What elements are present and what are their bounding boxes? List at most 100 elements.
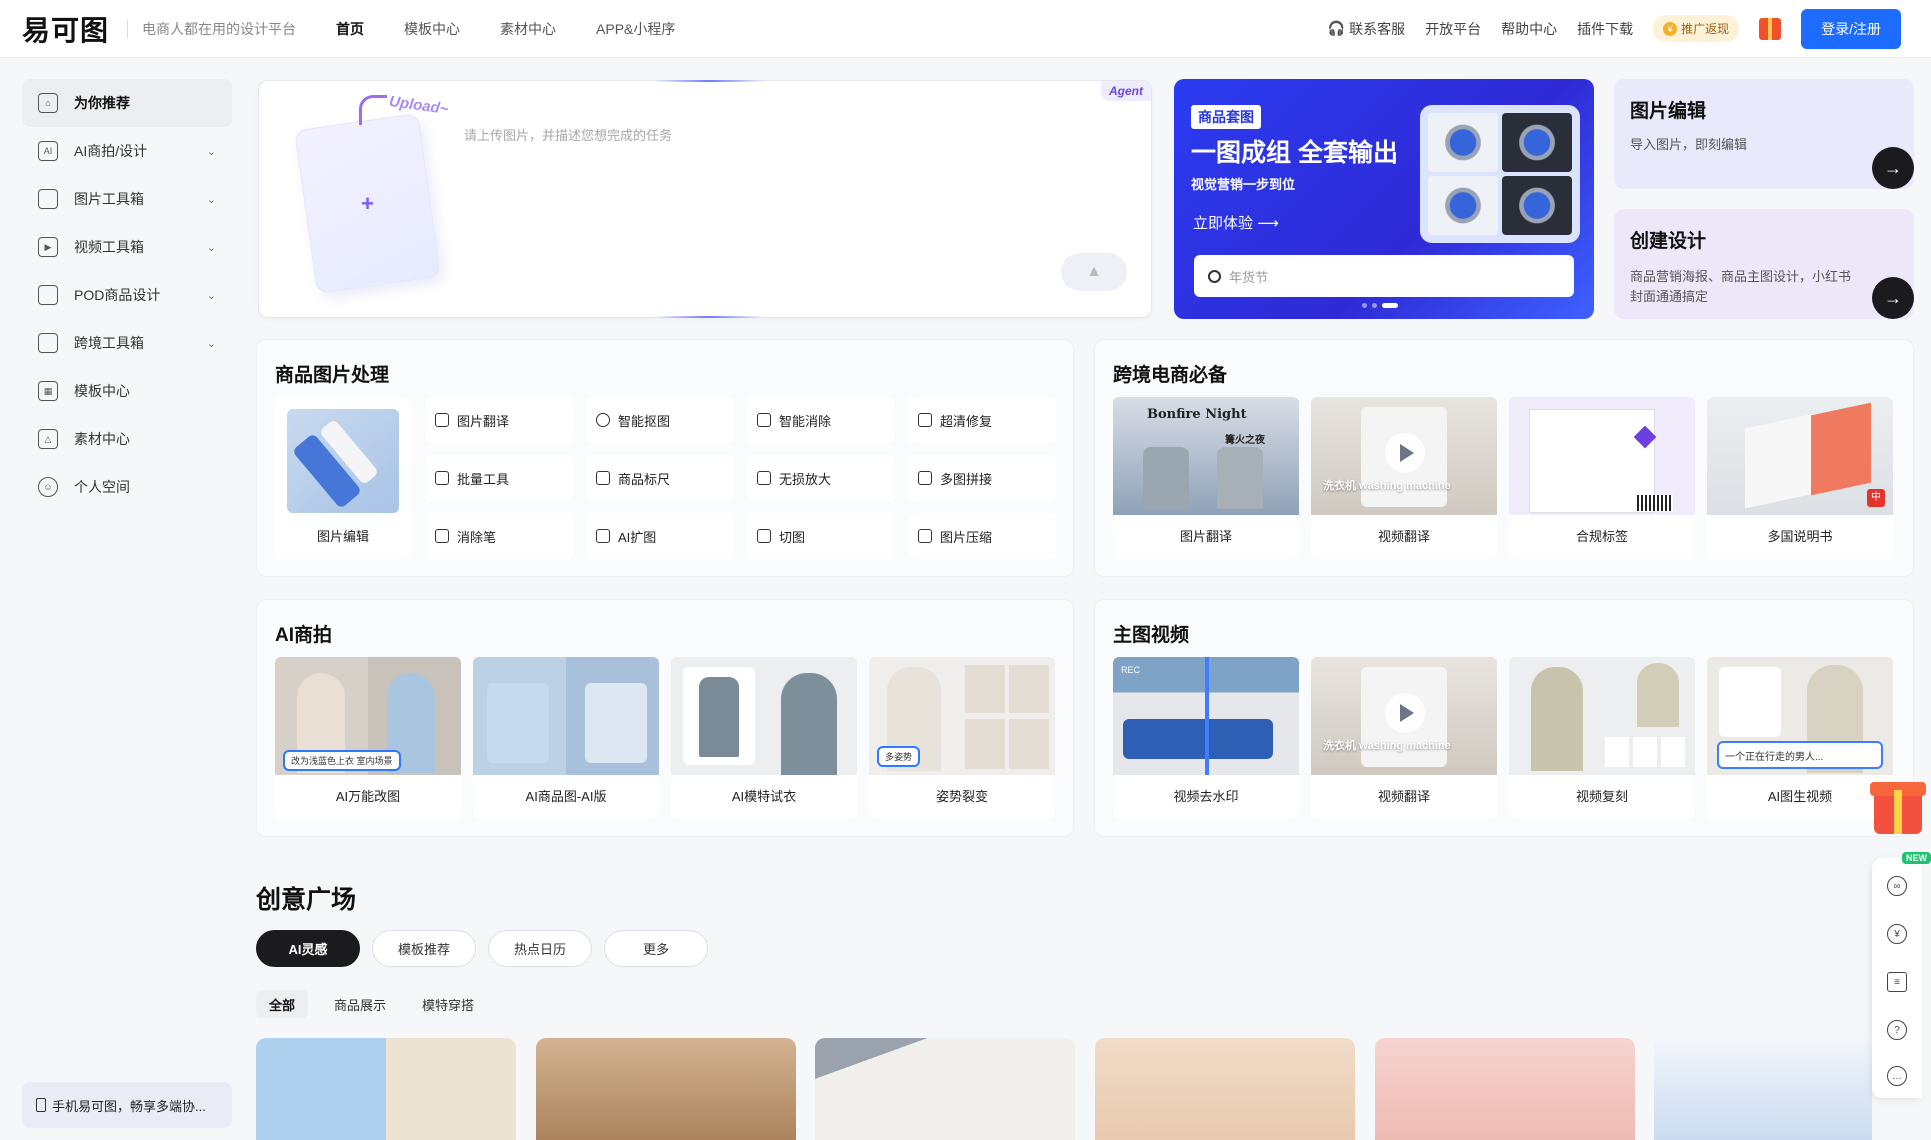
nav-templates[interactable]: 模板中心	[404, 19, 460, 39]
promo-banner[interactable]: 商品套图 一图成组 全套输出 视觉营销一步到位 立即体验 ⟶ 年货节	[1174, 79, 1594, 319]
pose-thumb	[965, 719, 1005, 769]
product-processing-panel: 商品图片处理 图片编辑 图片翻译 智能抠图 智能消除 超清修复 批量工具 商品标…	[256, 339, 1074, 577]
crossborder-card-compliance-label[interactable]: 合规标签	[1509, 397, 1695, 559]
tool-slice[interactable]: 切图	[747, 513, 895, 559]
tool-label: 商品标尺	[618, 471, 671, 487]
banner-cta[interactable]: 立即体验 ⟶	[1193, 212, 1279, 233]
sidebar-item-pod[interactable]: POD商品设计 ⌄	[22, 271, 232, 319]
tool-compress[interactable]: 图片压缩	[908, 513, 1056, 559]
nav-home[interactable]: 首页	[336, 19, 364, 39]
help-center-link[interactable]: 帮助中心	[1501, 19, 1557, 39]
promo-label: 推广返现	[1681, 22, 1730, 36]
crossborder-card-video-translate[interactable]: 洗衣机 washing machine 视频翻译	[1311, 397, 1497, 559]
tool-image-translate[interactable]: 图片翻译	[425, 397, 573, 443]
task-input[interactable]: 请上传图片，并描述您想完成的任务	[464, 125, 672, 144]
sidebar-item-image-tools[interactable]: 图片工具箱 ⌄	[22, 175, 232, 223]
sidebar-item-recommend[interactable]: ⌂ 为你推荐	[22, 79, 232, 127]
ai-card-universal-edit[interactable]: 改为浅蓝色上衣 室内场景 AI万能改图	[275, 657, 461, 819]
tool-label: 图片编辑	[316, 529, 369, 544]
glow-line	[654, 80, 764, 82]
contact-support-link[interactable]: 🎧 联系客服	[1328, 19, 1405, 39]
upload-drop-card[interactable]: +	[294, 113, 441, 294]
inspiration-thumb[interactable]	[256, 1038, 516, 1140]
subtab-all[interactable]: 全部	[256, 990, 308, 1018]
chat-icon[interactable]: …	[1887, 1066, 1907, 1086]
inspiration-thumb[interactable]	[815, 1038, 1075, 1140]
grid-icon	[435, 471, 449, 485]
video-card-watermark[interactable]: REC 视频去水印	[1113, 657, 1299, 819]
play-icon[interactable]	[1385, 693, 1425, 733]
inspiration-thumb[interactable]	[1095, 1038, 1355, 1140]
right-tool-rail: NEW ∞ ¥ ≡ ? …	[1872, 852, 1931, 1098]
create-design-desc: 商品营销海报、商品主图设计，小红书封面通通搞定	[1630, 269, 1852, 304]
sidebar-item-materials[interactable]: △ 素材中心	[22, 415, 232, 463]
promo-badge[interactable]: ¥ 推广返现	[1653, 15, 1740, 42]
open-platform-link[interactable]: 开放平台	[1425, 19, 1481, 39]
inspiration-thumb[interactable]	[1654, 1038, 1872, 1140]
image-edit-card[interactable]: 图片编辑 导入图片，即刻编辑 →	[1614, 79, 1914, 189]
tool-ruler[interactable]: 商品标尺	[586, 455, 734, 501]
ai-card-pose-variation[interactable]: 多姿势 姿势裂变	[869, 657, 1055, 819]
nav-app[interactable]: APP&小程序	[596, 19, 675, 39]
create-design-card[interactable]: 创建设计 商品营销海报、商品主图设计，小红书封面通通搞定 →	[1614, 209, 1914, 319]
slogan: 电商人都在用的设计平台	[142, 20, 297, 37]
tool-smart-erase[interactable]: 智能消除	[747, 397, 895, 443]
nav-materials[interactable]: 素材中心	[500, 19, 556, 39]
section-title: 跨境电商必备	[1113, 365, 1228, 386]
sidebar-item-crossborder[interactable]: 跨境工具箱 ⌄	[22, 319, 232, 367]
inspiration-thumb[interactable]	[536, 1038, 796, 1140]
thumb	[1633, 737, 1657, 767]
inspiration-thumb[interactable]	[1375, 1038, 1635, 1140]
pill-hot-calendar[interactable]: 热点日历	[488, 930, 592, 967]
tool-smart-cutout[interactable]: 智能抠图	[586, 397, 734, 443]
banner-search-input[interactable]: 年货节	[1194, 255, 1574, 297]
link-icon[interactable]: ∞	[1887, 876, 1907, 896]
sidebar-item-personal[interactable]: ☺ 个人空间	[22, 463, 232, 511]
subtab-model-outfit[interactable]: 模特穿搭	[412, 990, 484, 1018]
tool-label: 消除笔	[457, 529, 497, 545]
upload-panel[interactable]: Agent + Upload~ 请上传图片，并描述您想完成的任务 ▲	[258, 80, 1152, 318]
ai-card-try-on[interactable]: AI模特试衣	[671, 657, 857, 819]
plugin-download-link[interactable]: 插件下载	[1577, 19, 1633, 39]
tool-batch[interactable]: 批量工具	[425, 455, 573, 501]
header-right: 🎧 联系客服 开放平台 帮助中心 插件下载 ¥ 推广返现 登录/注册	[1328, 8, 1901, 49]
pill-template-recommend[interactable]: 模板推荐	[372, 930, 476, 967]
sidebar-item-video-tools[interactable]: ▶ 视频工具箱 ⌄	[22, 223, 232, 271]
crossborder-card-manual[interactable]: 中 多国说明书	[1707, 397, 1893, 559]
tool-upscale[interactable]: 无损放大	[747, 455, 895, 501]
gift-icon[interactable]	[1759, 17, 1782, 40]
logo[interactable]: 易可图	[22, 9, 109, 49]
model-image: 改为浅蓝色上衣 室内场景	[275, 657, 461, 775]
yuan-icon[interactable]: ¥	[1887, 924, 1907, 944]
carousel-dots[interactable]	[1362, 303, 1398, 308]
arrow-right-icon[interactable]: →	[1872, 277, 1914, 319]
washing-machine-image: 洗衣机 washing machine	[1311, 657, 1497, 775]
tool-hd-restore[interactable]: 超清修复	[908, 397, 1056, 443]
sidebar-item-ai-shoot[interactable]: AI AI商拍/设计 ⌄	[22, 127, 232, 175]
crossborder-card-image-translate[interactable]: Bonfire Night 篝火之夜 图片翻译	[1113, 397, 1299, 559]
help-icon[interactable]: ?	[1887, 1020, 1907, 1040]
image-edit-tool[interactable]: 图片编辑	[275, 397, 411, 559]
tool-ai-expand[interactable]: AI扩图	[586, 513, 734, 559]
template-icon: ▦	[38, 381, 58, 401]
subtab-product-display[interactable]: 商品展示	[324, 990, 396, 1018]
carousel-dot[interactable]	[1372, 303, 1377, 308]
sidebar-item-templates[interactable]: ▦ 模板中心	[22, 367, 232, 415]
tool-eraser-brush[interactable]: 消除笔	[425, 513, 573, 559]
mobile-app-promo[interactable]: 手机易可图，畅享多端协...	[22, 1082, 232, 1128]
ai-card-product-image[interactable]: AI商品图-AI版	[473, 657, 659, 819]
pill-ai-inspiration[interactable]: AI灵感	[256, 930, 360, 967]
pill-more[interactable]: 更多	[604, 930, 708, 967]
carousel-dot[interactable]	[1362, 303, 1367, 308]
video-card-translate[interactable]: 洗衣机 washing machine 视频翻译	[1311, 657, 1497, 819]
play-icon[interactable]	[1385, 433, 1425, 473]
send-button[interactable]: ▲	[1061, 253, 1127, 291]
coin-icon: ¥	[1663, 21, 1678, 36]
floating-gift-icon[interactable]	[1866, 772, 1928, 838]
carousel-dot-active[interactable]	[1382, 303, 1398, 308]
login-button[interactable]: 登录/注册	[1801, 8, 1901, 49]
tool-collage[interactable]: 多图拼接	[908, 455, 1056, 501]
document-icon[interactable]: ≡	[1887, 972, 1907, 992]
arrow-right-icon[interactable]: →	[1872, 147, 1914, 189]
video-card-replicate[interactable]: 视频复刻	[1509, 657, 1695, 819]
